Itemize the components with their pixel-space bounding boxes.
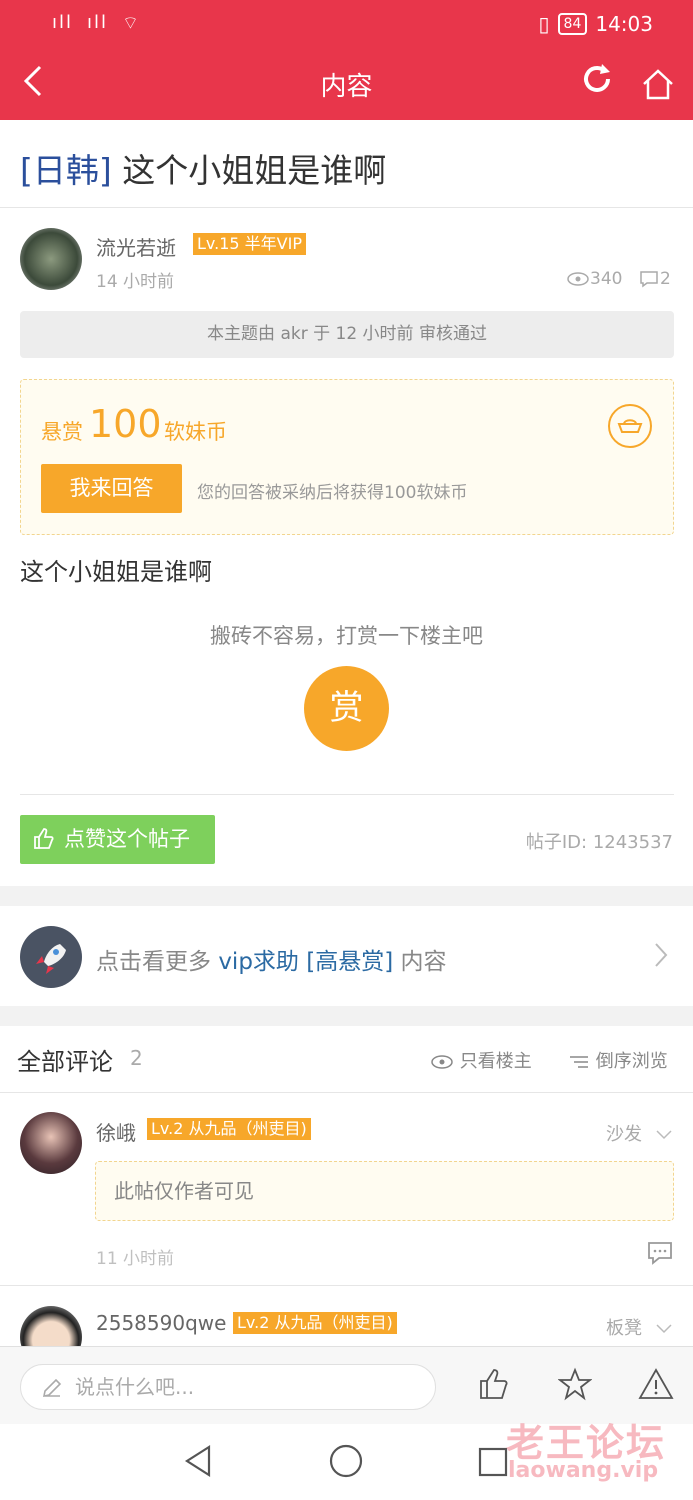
reverse-order-toggle[interactable]: 倒序浏览 [568, 1047, 668, 1073]
reward-unit: 软妹币 [164, 420, 227, 444]
rocket-icon [20, 926, 82, 988]
avatar[interactable] [20, 1112, 82, 1174]
top-bar: ıll ıll ⌔ ▯ 84 14:03 内容 [0, 0, 693, 120]
reward-amount: 100 [89, 402, 162, 446]
reward-hint: 您的回答被采纳后将获得100软妹币 [197, 483, 468, 503]
reward-box: 悬赏 100 软妹币 我来回答 您的回答被采纳后将获得100软妹币 [20, 379, 674, 535]
battery-icon: 84 [557, 13, 588, 35]
reward-label: 悬赏 [41, 420, 83, 444]
comment-author[interactable]: 2558590qwe [96, 1311, 226, 1335]
post-body: 这个小姐姐是谁啊 [20, 558, 212, 586]
level-badge: Lv.15 半年VIP [193, 233, 306, 255]
author-name[interactable]: 流光若逝 [96, 232, 176, 261]
eye-icon [567, 272, 589, 286]
hidden-content-note: 此帖仅作者可见 [95, 1161, 674, 1221]
chevron-right-icon [654, 942, 668, 974]
divider [0, 1285, 693, 1286]
report-warning-icon[interactable] [638, 1367, 674, 1409]
comments-count: 2 [130, 1046, 143, 1070]
comment-input[interactable]: 说点什么吧... [20, 1364, 436, 1410]
post-tag[interactable]: [日韩] [20, 151, 112, 190]
eye-icon [431, 1055, 453, 1069]
signal-icon: ıll [52, 12, 74, 33]
comment-author[interactable]: 徐峨 [96, 1117, 136, 1146]
reply-icon[interactable] [646, 1240, 674, 1270]
reply-count: 2 [638, 269, 671, 289]
view-count: 340 [566, 269, 622, 289]
thumbs-up-icon [32, 815, 56, 869]
signal-icon: ıll [87, 12, 109, 33]
audit-note: 本主题由 akr 于 12 小时前 审核通过 [20, 311, 674, 358]
comment-time: 11 小时前 [96, 1249, 175, 1269]
divider [0, 207, 693, 208]
refresh-icon[interactable] [580, 62, 614, 105]
floor-label[interactable]: 沙发 [606, 1120, 672, 1146]
home-icon[interactable] [640, 66, 676, 102]
recent-apps-icon[interactable] [477, 1446, 509, 1487]
thumbs-up-icon[interactable] [478, 1367, 512, 1409]
vibrate-icon: ▯ [538, 12, 550, 36]
comments-title: 全部评论 [17, 1048, 113, 1076]
post-time: 14 小时前 [96, 272, 175, 292]
tip-text: 搬砖不容易，打赏一下楼主吧 [210, 624, 483, 648]
divider [20, 794, 674, 795]
level-badge: Lv.2 从九品（州吏目) [147, 1118, 311, 1140]
like-post-button[interactable]: 点赞这个帖子 [20, 815, 215, 864]
sort-icon [570, 1056, 588, 1068]
post-id: 帖子ID: 1243537 [525, 832, 673, 853]
wifi-icon: ⌔ [122, 13, 141, 34]
level-badge: Lv.2 从九品（州吏目) [233, 1312, 397, 1334]
chevron-down-icon [656, 1130, 672, 1140]
answer-button[interactable]: 我来回答 [41, 464, 182, 513]
watermark-url: laowang.vip [508, 1458, 659, 1483]
divider [0, 1092, 693, 1093]
home-circle-icon[interactable] [329, 1444, 363, 1487]
ingot-icon [608, 404, 652, 448]
more-link-text[interactable]: 点击看更多 vip求助 [高悬赏] 内容 [96, 942, 446, 976]
status-icons-right: ▯ 84 14:03 [539, 12, 653, 36]
clock: 14:03 [595, 12, 653, 36]
comment-icon [640, 271, 658, 288]
back-triangle-icon[interactable] [183, 1444, 213, 1487]
only-author-toggle[interactable]: 只看楼主 [430, 1047, 532, 1073]
pencil-icon [41, 1365, 63, 1414]
chevron-down-icon [656, 1324, 672, 1334]
status-icons-left: ıll ıll ⌔ [52, 12, 141, 35]
tip-button[interactable]: 赏 [304, 666, 389, 751]
avatar[interactable] [20, 228, 82, 290]
post-title: [日韩] 这个小姐姐是谁啊 [20, 151, 387, 190]
floor-label[interactable]: 板凳 [606, 1314, 672, 1340]
star-icon[interactable] [557, 1367, 593, 1409]
